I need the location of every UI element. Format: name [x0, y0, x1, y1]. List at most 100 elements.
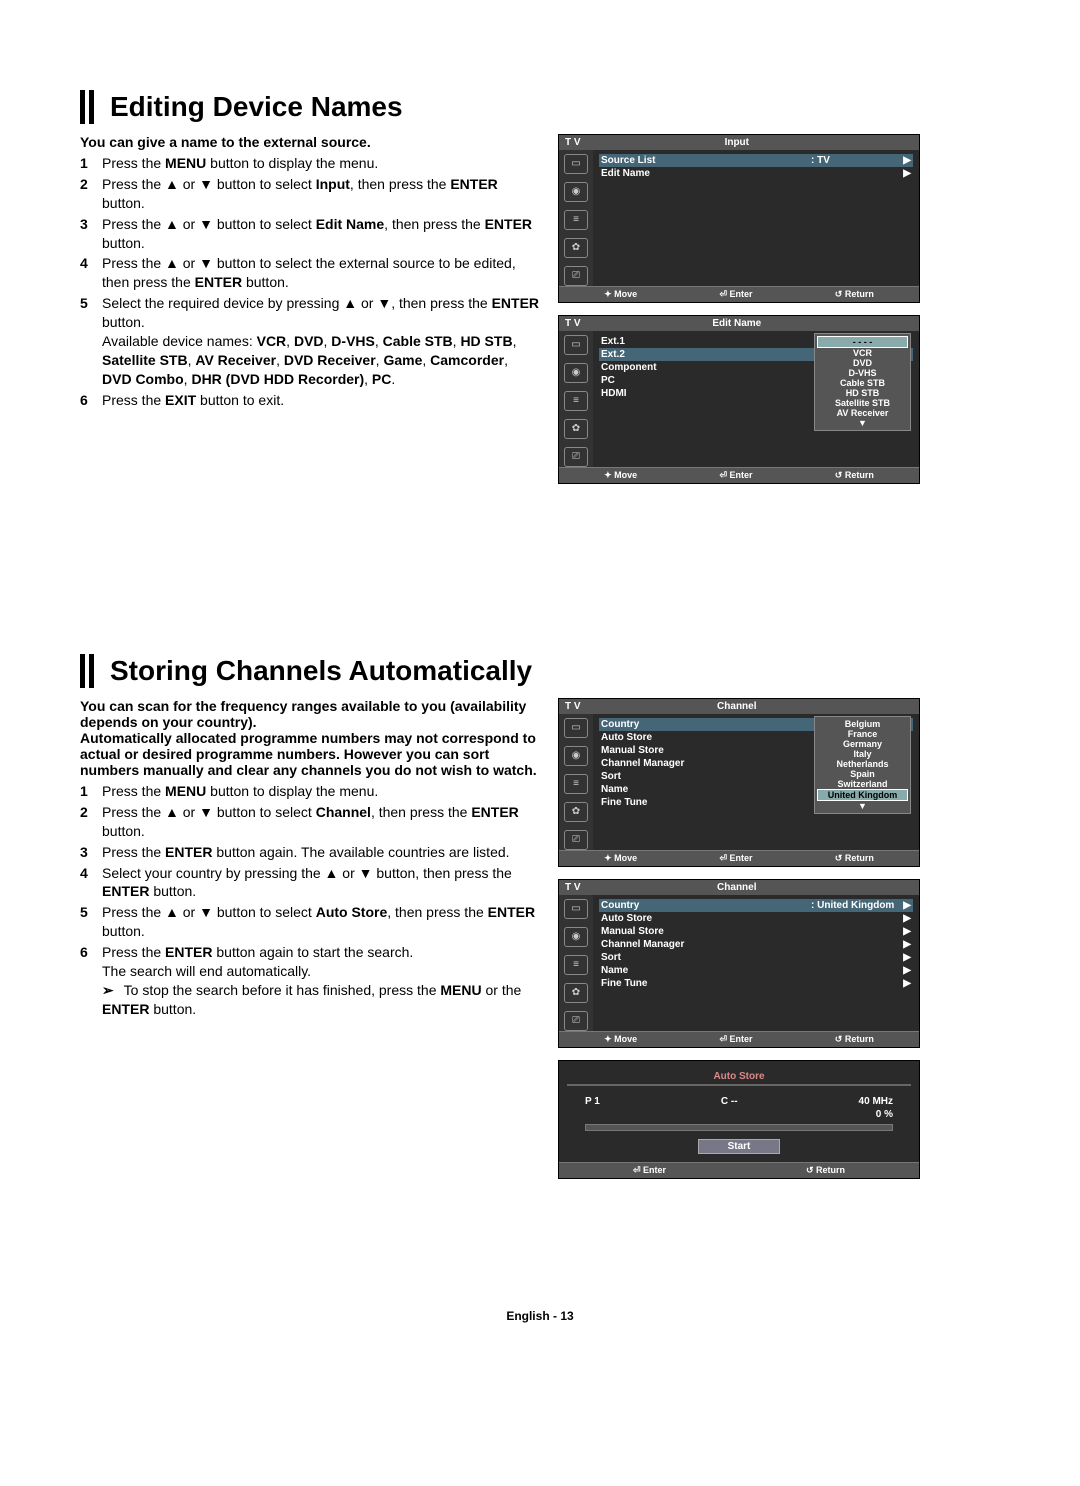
picture-icon: ▭	[564, 335, 588, 355]
progress-bar	[585, 1124, 893, 1131]
osd-row-value	[811, 913, 901, 924]
section2-intro: You can scan for the frequency ranges av…	[80, 698, 540, 778]
osd-footer-item: ✦ Move	[604, 1034, 637, 1045]
step: 2Press the ▲ or ▼ button to select Chann…	[80, 803, 540, 841]
popup-item: Netherlands	[815, 759, 910, 769]
osd-footer-item: ⏎ Enter	[719, 853, 752, 864]
popup-item: Spain	[815, 769, 910, 779]
chevron-right-icon: ▶	[901, 926, 911, 937]
osd-corner: T V	[565, 318, 581, 329]
autostore-c: C --	[721, 1096, 738, 1107]
osd-row-label: Manual Store	[601, 926, 811, 937]
osd-corner: T V	[565, 137, 581, 148]
step-text: Press the ▲ or ▼ button to select Channe…	[102, 803, 540, 841]
osd-footer: ✦ Move⏎ Enter↺ Return	[559, 467, 919, 483]
step: 4Select your country by pressing the ▲ o…	[80, 864, 540, 902]
osd-autostore-title: Auto Store	[567, 1069, 911, 1086]
osd-footer-item: ↺ Return	[835, 289, 874, 300]
osd-row: Auto Store▶	[599, 912, 913, 925]
step-text: Press the ▲ or ▼ button to select Auto S…	[102, 903, 540, 941]
sound-icon: ◉	[564, 363, 588, 383]
section1-intro: You can give a name to the external sour…	[80, 134, 540, 150]
osd-row-label: Sort	[601, 952, 811, 963]
step-number: 6	[80, 391, 102, 410]
step-text: Press the ▲ or ▼ button to select Edit N…	[102, 215, 540, 253]
osd-footer-item: ↺ Return	[835, 1034, 874, 1045]
popup-item: VCR	[815, 348, 910, 358]
chevron-right-icon: ▶	[901, 913, 911, 924]
sound-icon: ◉	[564, 746, 588, 766]
popup-item: D-VHS	[815, 368, 910, 378]
step: 3Press the ▲ or ▼ button to select Edit …	[80, 215, 540, 253]
osd-title: Edit Name	[581, 318, 893, 329]
osd-row: Sort ▶	[599, 951, 913, 964]
autostore-mhz: 40 MHz	[859, 1096, 893, 1107]
osd-footer-item: ↺ Return	[835, 853, 874, 864]
osd-row-value	[811, 168, 901, 179]
osd-icon-column: ▭ ◉ ≡ ✿ ⎚	[559, 150, 593, 286]
chevron-right-icon: ▶	[901, 978, 911, 989]
step: 1Press the MENU button to display the me…	[80, 782, 540, 801]
osd-editname-screenshot: T V Edit Name ▭ ◉ ≡ ✿ ⎚ Ext.1:Ext.2:Comp…	[558, 315, 920, 484]
osd-row-label: Name	[601, 965, 811, 976]
step-number: 3	[80, 843, 102, 862]
popup-item: Satellite STB	[815, 398, 910, 408]
step: 3Press the ENTER button again. The avail…	[80, 843, 540, 862]
step: 5Select the required device by pressing …	[80, 294, 540, 388]
sound-icon: ◉	[564, 182, 588, 202]
osd-footer: ✦ Move⏎ Enter↺ Return	[559, 286, 919, 302]
section-title: Editing Device Names	[110, 91, 403, 123]
popup-item: Italy	[815, 749, 910, 759]
setup-icon: ✿	[564, 802, 588, 822]
osd-row-label: Fine Tune	[601, 978, 811, 989]
step-text: Press the ▲ or ▼ button to select Input,…	[102, 175, 540, 213]
chevron-right-icon: ▶	[901, 168, 911, 179]
osd-row-value	[811, 952, 901, 963]
step-number: 2	[80, 175, 102, 213]
osd-row: Source List: TV▶	[599, 154, 913, 167]
header-bars-icon	[80, 90, 98, 124]
channel-icon: ≡	[564, 391, 588, 411]
osd-channel-country-screenshot: T V Channel ▭ ◉ ≡ ✿ ⎚ Country:Auto Store…	[558, 698, 920, 867]
input-icon: ⎚	[564, 447, 588, 467]
osd-row-value	[811, 978, 901, 989]
popup-item: DVD	[815, 358, 910, 368]
step-text: Press the MENU button to display the men…	[102, 154, 540, 173]
osd-row-value	[811, 939, 901, 950]
step: 1Press the MENU button to display the me…	[80, 154, 540, 173]
osd-input-screenshot: T V Input ▭ ◉ ≡ ✿ ⎚ Source List: TV▶Edit…	[558, 134, 920, 303]
step: 2Press the ▲ or ▼ button to select Input…	[80, 175, 540, 213]
popup-item: United Kingdom	[817, 789, 908, 801]
setup-icon: ✿	[564, 238, 588, 258]
step-number: 1	[80, 782, 102, 801]
step-text: Select the required device by pressing ▲…	[102, 294, 540, 388]
channel-icon: ≡	[564, 774, 588, 794]
osd-row-value	[811, 926, 901, 937]
picture-icon: ▭	[564, 154, 588, 174]
section-title: Storing Channels Automatically	[110, 655, 532, 687]
popup-item: HD STB	[815, 388, 910, 398]
step-number: 3	[80, 215, 102, 253]
osd-row-value	[811, 965, 901, 976]
step-number: 5	[80, 903, 102, 941]
channel-icon: ≡	[564, 955, 588, 975]
osd-footer-item: ✦ Move	[604, 470, 637, 481]
popup-item: Belgium	[815, 719, 910, 729]
osd-row-label: Source List	[601, 155, 811, 166]
section1-steps: 1Press the MENU button to display the me…	[80, 154, 540, 410]
step-text: Press the MENU button to display the men…	[102, 782, 540, 801]
popup-item: Switzerland	[815, 779, 910, 789]
osd-footer-item: ⏎ Enter	[719, 289, 752, 300]
osd-footer: ✦ Move ⏎ Enter ↺ Return	[559, 1031, 919, 1047]
osd-input-list: Source List: TV▶Edit Name▶	[593, 150, 919, 286]
osd-corner: T V	[565, 882, 581, 893]
chevron-right-icon: ▶	[901, 952, 911, 963]
osd-autostore-screenshot: Auto Store P 1 C -- 40 MHz 0 % Start ⏎ E…	[558, 1060, 920, 1179]
osd-footer-item: ⏎ Enter	[719, 1034, 752, 1045]
picture-icon: ▭	[564, 899, 588, 919]
step-text: Press the ▲ or ▼ button to select the ex…	[102, 254, 540, 292]
sound-icon: ◉	[564, 927, 588, 947]
osd-title: Input	[581, 137, 893, 148]
osd-footer-item: ⏎ Enter	[719, 470, 752, 481]
chevron-right-icon: ▶	[901, 965, 911, 976]
